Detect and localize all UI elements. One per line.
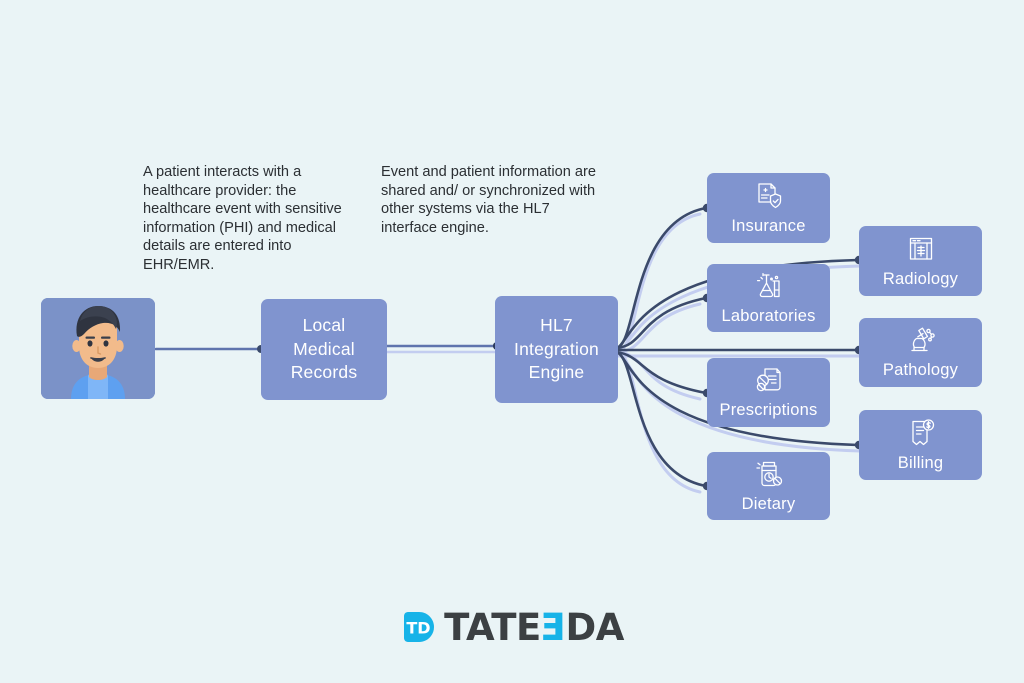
dietary-supplement-jar-icon <box>754 459 784 489</box>
lab-flasks-icon <box>754 271 784 301</box>
service-billing-label: Billing <box>897 453 944 472</box>
wire-engine-to-laboratories-light <box>616 302 702 354</box>
wire-engine-to-prescriptions-light <box>616 350 702 401</box>
service-pathology-label: Pathology <box>882 361 959 379</box>
billing-invoice-dollar-icon <box>906 418 936 448</box>
note-engine-flow: Event and patient information are shared… <box>381 164 596 236</box>
wire-engine-to-dietary-light <box>616 350 702 494</box>
diagram-canvas: A patient interacts with a healthcare pr… <box>0 0 1024 683</box>
tateeda-logo: TD TATE E DA <box>0 605 1024 649</box>
tateeda-logo-mark-icon: TD <box>404 612 435 642</box>
service-insurance-label: Insurance <box>731 216 806 235</box>
radiology-xray-scan-icon <box>906 234 936 264</box>
logo-reversed-e: E <box>540 605 566 649</box>
local-medical-records-label: Local Medical Records <box>290 315 358 383</box>
hl7-integration-engine-label: HL7 Integration Engine <box>514 315 599 383</box>
wire-engine-to-dietary <box>614 350 708 488</box>
service-laboratories-label: Laboratories <box>721 306 816 325</box>
patient-avatar-illustration <box>41 298 155 399</box>
service-pathology[interactable]: Pathology <box>859 318 982 387</box>
hl7-integration-engine-node[interactable]: HL7 Integration Engine <box>495 296 618 403</box>
wire-engine-to-prescriptions <box>614 350 708 395</box>
service-prescriptions[interactable]: Prescriptions <box>707 358 830 427</box>
tateeda-logo-monogram: TD <box>406 619 430 638</box>
prescription-pills-icon <box>754 365 784 395</box>
service-laboratories[interactable]: Laboratories <box>707 264 830 332</box>
wire-engine-to-laboratories <box>614 296 708 350</box>
service-radiology-label: Radiology <box>882 269 959 288</box>
local-medical-records-node[interactable]: Local Medical Records <box>261 299 387 400</box>
insurance-document-shield-icon <box>754 181 784 211</box>
wire-engine-to-insurance-light <box>616 212 702 354</box>
tateeda-wordmark: TATE E DA <box>444 605 625 649</box>
service-insurance[interactable]: Insurance <box>707 173 830 243</box>
service-prescriptions-label: Prescriptions <box>719 401 818 419</box>
logo-word-prefix: TATE <box>444 605 541 649</box>
patient-avatar <box>41 298 155 399</box>
note-patient-flow: A patient interacts with a healthcare pr… <box>143 164 342 273</box>
service-billing[interactable]: Billing <box>859 410 982 480</box>
service-dietary-label: Dietary <box>741 494 796 513</box>
pathology-microscope-icon <box>906 325 936 355</box>
service-radiology[interactable]: Radiology <box>859 226 982 296</box>
service-dietary[interactable]: Dietary <box>707 452 830 520</box>
logo-word-suffix: DA <box>565 605 625 649</box>
wire-engine-to-insurance <box>614 206 708 350</box>
